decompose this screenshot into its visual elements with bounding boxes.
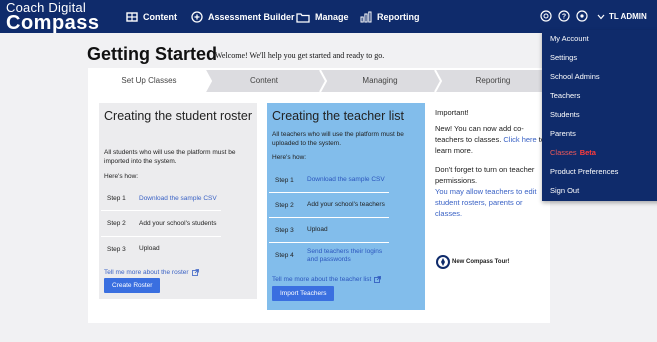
student-roster-panel: Creating the student roster All students… (99, 103, 257, 299)
table-row: Step 2 Add your school's teachers (269, 193, 389, 218)
page-subtitle: Welcome! We'll help you get started and … (215, 51, 385, 60)
chevron-down-icon (597, 14, 605, 19)
beta-badge: Beta (579, 148, 596, 157)
step-number: Step 2 (275, 201, 294, 209)
table-row: Step 1 Download the sample CSV (269, 168, 389, 193)
top-nav-bar: Coach Digital Compass Content Assessment… (0, 0, 657, 33)
teacher-description: All teachers who will use the platform m… (272, 131, 404, 147)
nav-assessment-builder[interactable]: Assessment Builder (191, 10, 295, 24)
teacher-info-link-label: Tell me more about the teacher list (272, 276, 372, 283)
step-text: Add your school's students (139, 219, 217, 227)
nav-content-label: Content (143, 12, 177, 22)
step-number: Step 3 (275, 226, 294, 234)
student-steps-table: Step 1 Download the sample CSV Step 2 Ad… (101, 187, 221, 261)
step-managing[interactable]: Managing (335, 76, 425, 85)
step-number: Step 3 (107, 245, 126, 253)
roster-info-link-label: Tell me more about the roster (104, 269, 189, 276)
roster-info-link[interactable]: Tell me more about the roster (104, 269, 199, 276)
download-sample-csv-link[interactable]: Download the sample CSV (139, 195, 221, 203)
user-dropdown-menu: My Account Settings School Admins Teache… (542, 30, 657, 201)
table-row: Step 4 Send teachers their logins and pa… (269, 243, 389, 268)
teacher-heading: Creating the teacher list (272, 109, 405, 123)
menu-item-teachers[interactable]: Teachers (550, 91, 580, 100)
page-title: Getting Started (87, 44, 218, 64)
step-set-up-classes[interactable]: Set Up Classes (104, 76, 194, 85)
send-logins-link[interactable]: Send teachers their logins and passwords (307, 248, 389, 264)
important-info: Important! New! You can now add co-teach… (435, 107, 547, 219)
help-icon[interactable]: ? (558, 10, 570, 22)
plus-circle-icon (191, 11, 203, 23)
menu-item-students[interactable]: Students (550, 110, 580, 119)
compass-tour-label: New Compass Tour! (452, 259, 510, 265)
step-number: Step 4 (275, 252, 294, 259)
step-number: Step 1 (275, 176, 294, 184)
table-row: Step 1 Download the sample CSV (101, 187, 221, 211)
compass-icon (436, 255, 450, 269)
nav-content[interactable]: Content (126, 10, 177, 24)
folder-icon (296, 12, 310, 23)
external-link-icon (374, 276, 382, 283)
nav-manage[interactable]: Manage (296, 10, 349, 24)
step-number: Step 2 (107, 220, 126, 227)
permissions-link[interactable]: You may allow teachers to edit student r… (435, 186, 547, 219)
content-icon (126, 12, 138, 22)
download-sample-csv-link[interactable]: Download the sample CSV (307, 176, 389, 184)
settings-gear-icon[interactable] (576, 10, 588, 22)
menu-item-parents[interactable]: Parents (550, 129, 576, 138)
menu-item-school-admins[interactable]: School Admins (550, 72, 600, 81)
menu-item-product-preferences[interactable]: Product Preferences (550, 167, 618, 176)
bar-chart-icon (360, 11, 372, 23)
menu-item-classes[interactable]: Classes Beta (550, 148, 596, 157)
important-heading: Important! (435, 108, 469, 117)
import-teachers-button[interactable]: Import Teachers (272, 286, 335, 301)
step-text: Add your school's teachers (307, 201, 385, 208)
student-heading: Creating the student roster (104, 109, 252, 123)
permissions-note: Don't forget to turn on teacher permissi… (435, 165, 535, 185)
click-here-link[interactable]: Click here (503, 135, 536, 144)
table-row: Step 3 Upload (101, 237, 221, 261)
menu-item-settings[interactable]: Settings (550, 53, 577, 62)
table-row: Step 2 Add your school's students (101, 211, 221, 237)
table-row: Step 3 Upload (269, 218, 389, 243)
student-description: All students who will use the platform m… (104, 149, 236, 165)
create-roster-button[interactable]: Create Roster (104, 278, 161, 293)
teacher-list-panel: Creating the teacher list All teachers w… (267, 103, 425, 310)
menu-item-classes-label: Classes (550, 148, 577, 157)
step-reporting[interactable]: Reporting (448, 76, 538, 85)
nav-assessment-builder-label: Assessment Builder (208, 12, 295, 22)
teacher-steps-table: Step 1 Download the sample CSV Step 2 Ad… (269, 168, 389, 268)
teacher-howto: Here's how: (272, 154, 307, 161)
menu-item-my-account[interactable]: My Account (550, 34, 589, 43)
external-link-icon (191, 269, 199, 276)
step-number: Step 1 (107, 195, 126, 202)
brand-line2: Compass (6, 12, 100, 34)
menu-item-sign-out[interactable]: Sign Out (550, 186, 579, 195)
teacher-info-link[interactable]: Tell me more about the teacher list (272, 276, 382, 283)
nav-manage-label: Manage (315, 12, 349, 22)
user-menu-toggle[interactable]: TL ADMIN (597, 12, 647, 21)
user-name: TL ADMIN (609, 12, 647, 21)
nav-reporting-label: Reporting (377, 12, 420, 22)
nav-reporting[interactable]: Reporting (360, 10, 420, 24)
compass-tour-link[interactable]: New Compass Tour! (436, 255, 510, 269)
step-text: Upload (139, 245, 160, 252)
step-content[interactable]: Content (219, 76, 309, 85)
step-text: Upload (307, 226, 328, 233)
coteacher-note: New! You can now add co-teachers to clas… (435, 123, 547, 156)
svg-text:?: ? (562, 14, 566, 21)
student-howto: Here's how: (104, 173, 139, 180)
brand-logo[interactable]: Coach Digital Compass (6, 1, 100, 33)
step-progress: Set Up Classes Content Managing Reportin… (88, 70, 550, 92)
support-icon[interactable] (540, 10, 552, 22)
